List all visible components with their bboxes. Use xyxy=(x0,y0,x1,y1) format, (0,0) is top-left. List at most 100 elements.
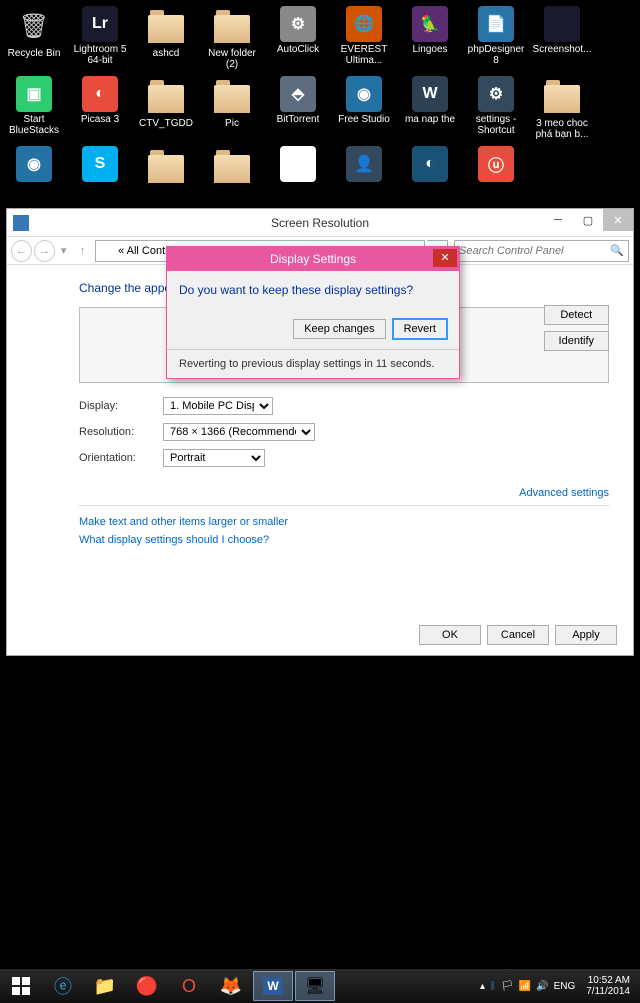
detect-button[interactable]: Detect xyxy=(544,305,609,325)
desktop-icon[interactable]: ashcd xyxy=(134,4,198,74)
taskbar-explorer[interactable]: 📁 xyxy=(85,971,125,1001)
desktop-icon[interactable]: Pic xyxy=(200,74,264,144)
app-icon xyxy=(146,76,186,116)
desktop-icon[interactable]: 🦜Lingoes xyxy=(398,4,462,74)
revert-button[interactable]: Revert xyxy=(393,319,447,339)
maximize-button[interactable]: ▢ xyxy=(573,209,603,231)
taskbar-word[interactable]: W xyxy=(253,971,293,1001)
close-button[interactable]: ✕ xyxy=(603,209,633,231)
app-icon xyxy=(146,146,186,186)
titlebar[interactable]: Screen Resolution ─ ▢ ✕ xyxy=(7,209,633,237)
desktop-icon[interactable] xyxy=(200,144,264,214)
back-button[interactable]: ← xyxy=(11,240,32,262)
icon-label: ashcd xyxy=(153,48,180,59)
start-button[interactable] xyxy=(0,969,42,1003)
desktop-icon[interactable]: ⚙ AutoClick xyxy=(266,4,330,74)
app-icon xyxy=(212,146,252,186)
icon-label: ma nap the xyxy=(405,114,455,125)
keep-changes-button[interactable]: Keep changes xyxy=(293,319,385,339)
display-select[interactable]: 1. Mobile PC Display xyxy=(163,397,273,415)
app-icon xyxy=(146,6,186,46)
up-button[interactable]: ↑ xyxy=(72,240,93,262)
desktop-icon[interactable]: ⬘BitTorrent xyxy=(266,74,330,144)
desktop-icon[interactable]: CTV_TGDD xyxy=(134,74,198,144)
desktop-icon[interactable]: ◐Picasa 3 xyxy=(68,74,132,144)
orientation-select[interactable]: Portrait xyxy=(163,449,265,467)
desktop-icon[interactable]: 🌐EVEREST Ultima... xyxy=(332,4,396,74)
app-icon: 👤 xyxy=(346,146,382,182)
icon-label: Pic xyxy=(225,118,239,129)
desktop-icon[interactable]: New folder (2) xyxy=(200,4,264,74)
ok-button[interactable]: OK xyxy=(419,625,481,645)
app-icon: 🌐 xyxy=(346,6,382,42)
advanced-settings-link[interactable]: Advanced settings xyxy=(519,487,609,499)
search-box[interactable]: 🔍 xyxy=(454,240,629,262)
desktop-icon[interactable]: Screenshot... xyxy=(530,4,594,74)
desktop-icon[interactable]: ◉ xyxy=(2,144,66,214)
help-link[interactable]: What display settings should I choose? xyxy=(79,534,609,546)
desktop-icon[interactable] xyxy=(134,144,198,214)
icon-label: New folder (2) xyxy=(201,48,263,70)
taskbar-chrome[interactable]: 🔴 xyxy=(127,971,167,1001)
icon-label: Picasa 3 xyxy=(81,114,119,125)
system-tray[interactable]: ▴ ᛒ 🏳 📶 🔊 ENG 10:52 AM 7/11/2014 xyxy=(480,975,640,997)
tray-bluetooth-icon[interactable]: ᛒ xyxy=(490,981,496,992)
tray-language[interactable]: ENG xyxy=(554,981,576,992)
icon-label: Recycle Bin xyxy=(8,48,61,59)
icon-label: phpDesigner 8 xyxy=(465,44,527,66)
cancel-button[interactable]: Cancel xyxy=(487,625,549,645)
app-icon: ◉ xyxy=(16,146,52,182)
app-icon xyxy=(542,76,582,116)
taskbar-clock[interactable]: 10:52 AM 7/11/2014 xyxy=(580,975,636,997)
desktop-icon[interactable]: ⓤ xyxy=(464,144,528,214)
dialog-close-button[interactable]: ✕ xyxy=(433,249,457,267)
desktop-icon[interactable]: ◐ xyxy=(398,144,462,214)
identify-button[interactable]: Identify xyxy=(544,331,609,351)
desktop-icon[interactable]: ▣Start BlueStacks xyxy=(2,74,66,144)
taskbar-ie[interactable]: ⓔ xyxy=(43,971,83,1001)
taskbar-control-panel[interactable]: 🖥 xyxy=(295,971,335,1001)
app-icon: ▤ xyxy=(280,146,316,182)
app-icon: ⓤ xyxy=(478,146,514,182)
app-icon: S xyxy=(82,146,118,182)
dialog-status: Reverting to previous display settings i… xyxy=(179,354,447,370)
icon-label: Screenshot... xyxy=(533,44,592,55)
tray-volume-icon[interactable]: 🔊 xyxy=(536,981,548,992)
desktop: 🗑Recycle BinLrLightroom 5 64-bitashcdNew… xyxy=(0,0,640,210)
app-icon: ◉ xyxy=(346,76,382,112)
taskbar-firefox[interactable]: 🦊 xyxy=(211,971,251,1001)
desktop-icon[interactable]: S xyxy=(68,144,132,214)
minimize-button[interactable]: ─ xyxy=(543,209,573,231)
display-settings-dialog: Display Settings ✕ Do you want to keep t… xyxy=(166,246,460,379)
taskbar: ⓔ 📁 🔴 O 🦊 W 🖥 ▴ ᛒ 🏳 📶 🔊 ENG 10:52 AM 7/1… xyxy=(0,969,640,1003)
desktop-icon[interactable]: 🗑Recycle Bin xyxy=(2,4,66,74)
app-icon: Lr xyxy=(82,6,118,42)
app-icon xyxy=(544,6,580,42)
tray-action-icon[interactable]: 🏳 xyxy=(501,981,514,992)
icon-label: Lightroom 5 64-bit xyxy=(69,44,131,66)
desktop-icon[interactable]: 👤 xyxy=(332,144,396,214)
taskbar-opera[interactable]: O xyxy=(169,971,209,1001)
tray-chevron-icon[interactable]: ▴ xyxy=(480,981,485,992)
forward-button[interactable]: → xyxy=(34,240,55,262)
desktop-icon[interactable]: LrLightroom 5 64-bit xyxy=(68,4,132,74)
app-icon xyxy=(212,76,252,116)
apply-button[interactable]: Apply xyxy=(555,625,617,645)
search-input[interactable] xyxy=(455,245,606,257)
desktop-icon[interactable]: ▤ xyxy=(266,144,330,214)
icon-label: Lingoes xyxy=(412,44,447,55)
icon-label: AutoClick xyxy=(277,44,319,55)
dialog-titlebar[interactable]: Display Settings ✕ xyxy=(167,247,459,271)
icon-label: settings - Shortcut xyxy=(465,114,527,136)
desktop-icon[interactable]: 3 meo choc phá bạn b... xyxy=(530,74,594,144)
resolution-select[interactable]: 768 × 1366 (Recommended) xyxy=(163,423,315,441)
desktop-icon[interactable]: ⚙settings - Shortcut xyxy=(464,74,528,144)
icon-label: 3 meo choc phá bạn b... xyxy=(531,118,593,140)
desktop-icon[interactable]: 📄phpDesigner 8 xyxy=(464,4,528,74)
app-icon: W xyxy=(412,76,448,112)
app-icon: ⚙ xyxy=(280,6,316,42)
tray-network-icon[interactable]: 📶 xyxy=(519,981,531,992)
desktop-icon[interactable]: ◉Free Studio xyxy=(332,74,396,144)
text-size-link[interactable]: Make text and other items larger or smal… xyxy=(79,516,609,528)
desktop-icon[interactable]: Wma nap the xyxy=(398,74,462,144)
